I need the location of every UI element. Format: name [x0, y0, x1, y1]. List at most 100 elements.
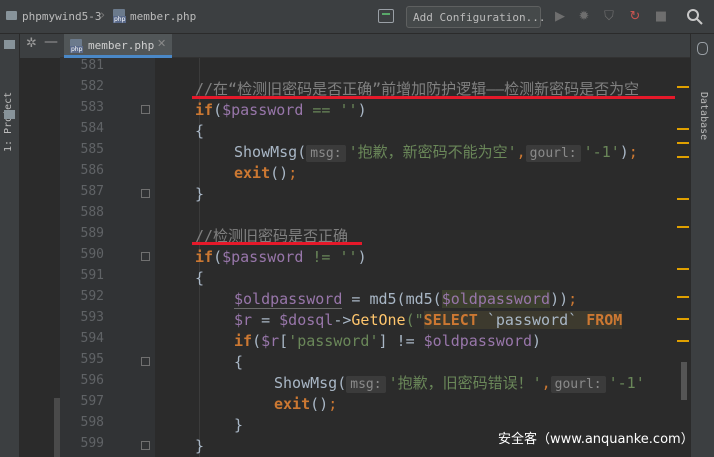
operator: = [252, 311, 280, 329]
warning-mark[interactable] [677, 198, 689, 200]
add-configuration-button[interactable]: Add Configuration... [406, 6, 545, 28]
line-number: 596 [80, 373, 104, 388]
run-icon[interactable]: ▶ [552, 9, 568, 25]
line-number: 581 [80, 58, 104, 73]
line-number: 594 [80, 331, 104, 346]
fold-marker[interactable] [141, 105, 150, 114]
code-line-594: if($r['password'] != $oldpassword) [234, 332, 542, 350]
folder-icon [6, 11, 17, 20]
variable: $password [222, 101, 304, 119]
param-hint: msg: [306, 145, 346, 162]
fold-marker[interactable] [141, 357, 150, 366]
variable: $oldpassword [234, 290, 343, 309]
warning-mark[interactable] [677, 296, 689, 298]
code-editor[interactable]: //在“检测旧密码是否正确”前增加防护逻辑——检测新密码是否为空 if($pas… [155, 58, 675, 457]
breadcrumb-project[interactable]: phpmywind5-3 [22, 10, 101, 23]
build-icon[interactable] [378, 9, 394, 23]
keyword: if [195, 101, 214, 119]
navigation-bar: phpmywind5-3 › php member.php Add Config… [0, 0, 714, 34]
debug-icon[interactable]: ✹ [576, 9, 592, 25]
fold-marker[interactable] [141, 441, 150, 450]
php-file-icon: php [113, 9, 127, 23]
code-line-590: if($password != '') [195, 248, 367, 266]
database-tool-tab[interactable]: Database [698, 92, 709, 140]
param-hint: gourl: [525, 145, 581, 162]
operator: -> [333, 311, 352, 329]
warning-mark[interactable] [677, 156, 689, 158]
search-icon[interactable] [686, 8, 704, 26]
project-panel [20, 58, 60, 457]
warning-mark[interactable] [677, 128, 689, 130]
project-panel-header: ✲ — [20, 34, 60, 58]
variable: $password [222, 248, 304, 266]
coverage-icon[interactable]: ⛉ [601, 9, 617, 25]
line-number: 584 [80, 121, 104, 136]
code-line-584: { [195, 122, 205, 140]
fold-marker[interactable] [141, 189, 150, 198]
condition: != '' [303, 248, 358, 266]
right-tool-strip: Database [690, 34, 714, 457]
code-line-585: ShowMsg(msg: '抱歉，新密码不能为空', gourl: '-1'); [234, 143, 638, 162]
sql-keyword: SELECT [423, 311, 478, 329]
code-line-583: if($password == '') [195, 101, 367, 119]
line-number: 585 [80, 142, 104, 157]
warning-mark[interactable] [677, 86, 689, 88]
code-line-596: ShowMsg(msg: '抱歉，旧密码错误！', gourl: '-1' [274, 374, 645, 393]
fold-marker[interactable] [141, 252, 150, 261]
settings-icon[interactable]: ✲ [26, 36, 37, 51]
string: '抱歉，新密码不能为空' [348, 143, 517, 161]
line-number: 591 [80, 268, 104, 283]
structure-icon[interactable] [4, 110, 15, 119]
keyword: exit [234, 164, 271, 182]
annotation-underline [192, 242, 362, 245]
breadcrumb-file[interactable]: member.php [130, 10, 196, 23]
line-number: 597 [80, 394, 104, 409]
string: '-1' [583, 143, 620, 161]
tab-member-php[interactable]: php member.php ✕ [64, 34, 172, 58]
warning-mark[interactable] [677, 142, 689, 144]
code-line-597: exit(); [274, 395, 338, 413]
profile-icon[interactable]: ↻ [627, 9, 643, 25]
code-line-591: { [195, 269, 205, 287]
string: '-1' [608, 374, 645, 392]
code-line-586: exit(); [234, 164, 298, 182]
code-line-595: { [234, 353, 244, 371]
param-hint: msg: [346, 376, 386, 393]
code-line-592: $oldpassword = md5(md5($oldpassword)); [234, 290, 578, 309]
string: '抱歉，旧密码错误！' [388, 374, 542, 392]
line-number: 593 [80, 310, 104, 325]
warning-mark[interactable] [677, 268, 689, 270]
tab-label: member.php [88, 39, 155, 52]
line-number: 592 [80, 289, 104, 304]
collapse-icon[interactable]: — [44, 34, 58, 50]
line-number-gutter: 581 582 583 584 585 586 587 588 589 590 … [60, 58, 155, 457]
editor-scrollbar-thumb[interactable] [681, 362, 687, 400]
string: 'password' [288, 332, 379, 350]
line-number: 586 [80, 163, 104, 178]
line-number: 590 [80, 247, 104, 262]
close-icon[interactable]: ✕ [157, 37, 166, 50]
sql-text: `password` [477, 311, 587, 329]
warning-mark[interactable] [677, 340, 689, 342]
stop-icon[interactable]: ■ [653, 9, 669, 25]
operator: ] != [378, 332, 424, 350]
left-tool-strip: 1: Project [0, 34, 20, 457]
variable: $r [234, 311, 253, 329]
function-call: ShowMsg [274, 374, 338, 392]
condition: == '' [303, 101, 358, 119]
project-folder-icon [4, 40, 15, 49]
php-file-icon: php [70, 39, 84, 53]
watermark: 安全客（www.anquanke.com） [498, 432, 694, 447]
warning-mark[interactable] [677, 226, 689, 228]
function-call: ShowMsg [234, 143, 298, 161]
warning-mark[interactable] [677, 318, 689, 320]
code-line-593: $r = $dosql->GetOne("SELECT `password` F… [234, 310, 675, 331]
database-icon [697, 42, 708, 55]
sql-keyword: FROM [586, 311, 623, 329]
project-tool-tab[interactable]: 1: Project [3, 92, 14, 152]
error-stripe[interactable] [675, 58, 690, 457]
keyword: if [195, 248, 214, 266]
variable: $r [261, 332, 280, 350]
variable: $oldpassword [423, 332, 533, 350]
keyword: if [234, 332, 253, 350]
